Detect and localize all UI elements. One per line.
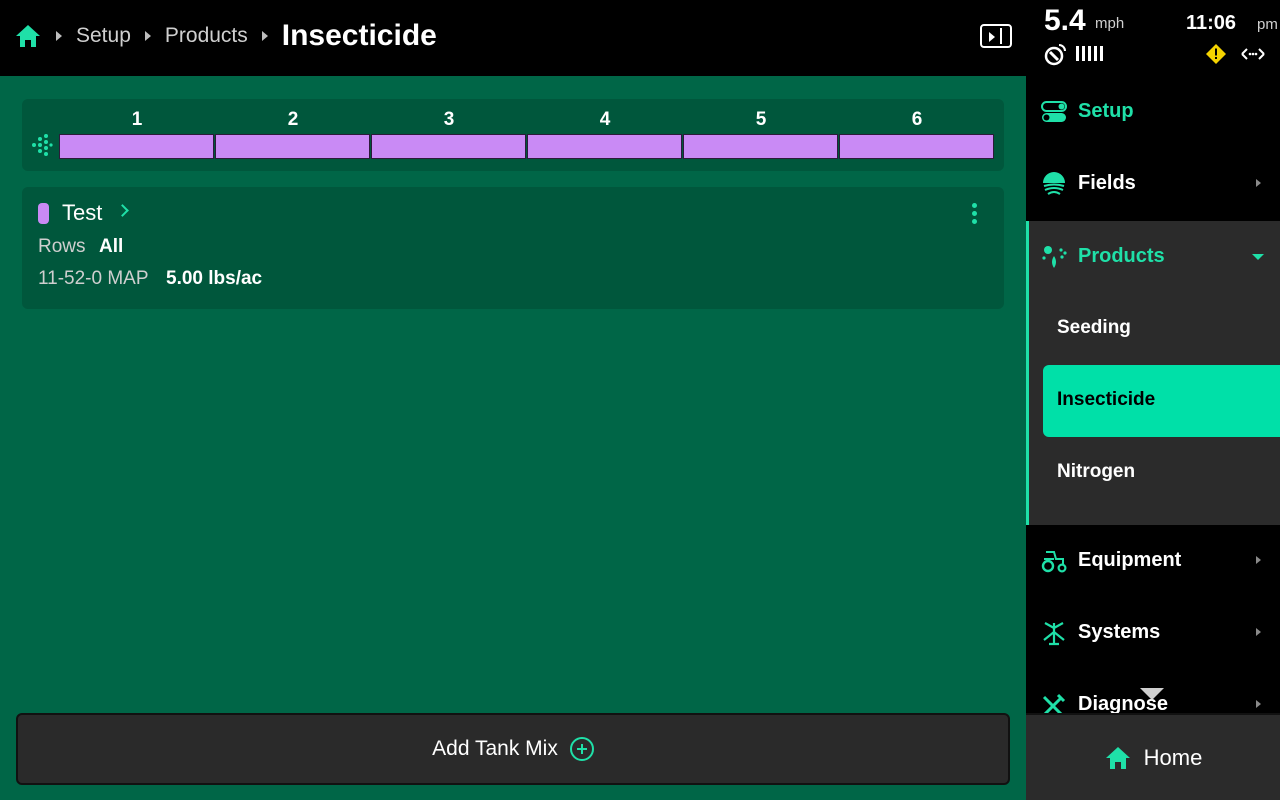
clock-ampm: pm <box>1257 16 1278 33</box>
top-bar: Setup Products Insecticide <box>0 0 1026 76</box>
nav-label-fields: Fields <box>1078 172 1136 194</box>
systems-icon <box>1043 622 1065 646</box>
product-color-swatch <box>38 203 49 224</box>
plus-circle-icon <box>569 737 594 761</box>
row-number: 3 <box>443 109 455 130</box>
nav-subitem-nitrogen[interactable]: Nitrogen <box>1043 437 1280 509</box>
row-segment <box>215 134 370 159</box>
nav-item-fields[interactable]: Fields <box>1026 148 1280 220</box>
product-rate: 5.00 lbs/ac <box>166 268 263 289</box>
rows-value: All <box>99 236 124 257</box>
nav-item-setup[interactable]: Setup <box>1026 76 1280 148</box>
breadcrumb: Setup Products Insecticide <box>14 18 437 54</box>
warning-icon[interactable] <box>1206 44 1226 64</box>
toggle-switch-icon <box>1041 101 1067 122</box>
row-segment <box>59 134 214 159</box>
chevron-right-icon <box>1256 700 1261 708</box>
signal-strength-icon <box>1076 46 1103 61</box>
chevron-right-icon <box>1256 179 1261 187</box>
nav-subitem-seeding[interactable]: Seeding <box>1043 293 1280 365</box>
nav-subitem-label: Nitrogen <box>1057 461 1136 482</box>
nav-item-products[interactable]: Products <box>1026 221 1280 293</box>
chevron-right-icon[interactable] <box>116 204 129 217</box>
tank-mix-title[interactable]: Test <box>62 200 102 226</box>
main-content: 1 2 3 4 5 6 Test Rows All 11-52-0 MAP 5.… <box>0 76 1026 800</box>
nav-group-products: Products Seeding Insecticide Nitrogen <box>1026 221 1280 525</box>
row-segment <box>839 134 994 159</box>
row-status-bar[interactable]: 1 2 3 4 5 6 <box>22 99 1004 171</box>
row-segment <box>527 134 682 159</box>
products-icon <box>1042 246 1067 268</box>
speed-unit: mph <box>1095 15 1125 32</box>
breadcrumb-separator-icon <box>56 31 62 41</box>
row-number: 1 <box>131 109 143 130</box>
chevron-down-icon <box>1252 254 1264 260</box>
add-tank-mix-label: Add Tank Mix <box>432 737 558 760</box>
home-button[interactable]: Home <box>1026 713 1280 800</box>
speed-value: 5.4 <box>1044 4 1086 37</box>
home-icon <box>1105 746 1130 769</box>
nav-label-systems: Systems <box>1078 621 1161 643</box>
nav-subitem-label: Insecticide <box>1057 389 1156 410</box>
nav-label-products: Products <box>1078 245 1165 267</box>
wrench-screwdriver-icon <box>1042 693 1066 713</box>
nav-subitem-label: Seeding <box>1057 317 1131 338</box>
side-nav: Setup Fields Products Seeding Insecticid… <box>1026 76 1280 713</box>
scroll-down-indicator-icon[interactable] <box>1140 688 1164 700</box>
row-number: 5 <box>755 109 767 130</box>
row-segment <box>683 134 838 159</box>
row-segment <box>371 134 526 159</box>
product-name: 11-52-0 MAP <box>38 268 149 289</box>
clock-time: 11:06 <box>1186 12 1237 34</box>
status-bar: 5.4 mph 11:06 pm <box>1026 0 1280 76</box>
rows-label: Rows <box>38 236 86 257</box>
nav-label-equipment: Equipment <box>1078 549 1182 571</box>
row-number: 4 <box>599 109 611 130</box>
row-number: 2 <box>287 109 299 130</box>
row-dots-icon <box>32 134 53 156</box>
nav-subitem-insecticide[interactable]: Insecticide <box>1043 365 1280 437</box>
home-icon[interactable] <box>14 23 42 49</box>
chevron-right-icon <box>1256 628 1261 636</box>
chevron-right-icon <box>1256 556 1261 564</box>
page-title: Insecticide <box>281 19 437 52</box>
breadcrumb-products[interactable]: Products <box>165 24 248 48</box>
nav-item-equipment[interactable]: Equipment <box>1026 525 1280 597</box>
breadcrumb-separator-icon <box>144 31 151 41</box>
nav-item-systems[interactable]: Systems <box>1026 597 1280 669</box>
breadcrumb-separator-icon <box>261 31 268 41</box>
tractor-icon <box>1041 551 1067 573</box>
nav-label-setup: Setup <box>1078 100 1134 122</box>
gps-satellite-icon[interactable] <box>1044 42 1068 66</box>
connection-icon[interactable] <box>1240 44 1266 64</box>
add-tank-mix-button[interactable]: Add Tank Mix <box>16 713 1010 785</box>
row-number: 6 <box>911 109 923 130</box>
field-icon <box>1043 172 1065 195</box>
breadcrumb-setup[interactable]: Setup <box>76 24 131 48</box>
tank-mix-card[interactable]: Test Rows All 11-52-0 MAP 5.00 lbs/ac <box>22 187 1004 309</box>
more-options-icon[interactable] <box>972 203 980 225</box>
panel-toggle-icon[interactable] <box>980 24 1012 48</box>
home-label: Home <box>1143 744 1203 770</box>
